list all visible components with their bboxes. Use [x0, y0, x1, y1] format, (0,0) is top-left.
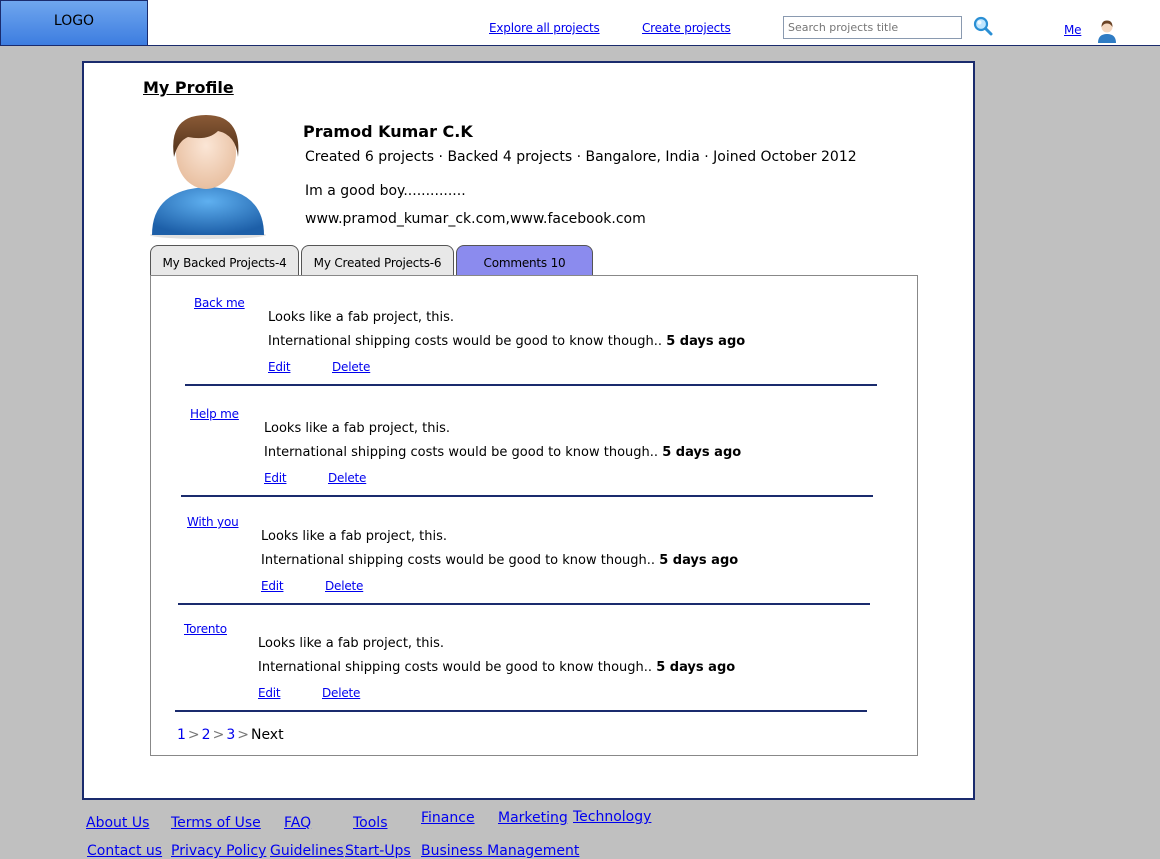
- profile-name: Pramod Kumar C.K: [303, 122, 473, 141]
- comment-item: Help me Looks like a fab project, this. …: [190, 407, 890, 517]
- comment-project-link[interactable]: Back me: [194, 296, 245, 310]
- delete-link[interactable]: Delete: [328, 471, 366, 485]
- profile-stats: Created 6 projects · Backed 4 projects ·…: [305, 149, 857, 165]
- edit-link[interactable]: Edit: [261, 579, 284, 593]
- tab-comments[interactable]: Comments 10: [456, 245, 593, 279]
- edit-link[interactable]: Edit: [264, 471, 287, 485]
- comment-time: 5 days ago: [662, 445, 742, 460]
- comment-time: 5 days ago: [666, 334, 746, 349]
- tab-created-projects[interactable]: My Created Projects-6: [301, 245, 454, 279]
- next-page-link[interactable]: Next: [251, 727, 284, 743]
- comment-divider: [185, 384, 877, 386]
- profile-avatar: [150, 115, 266, 239]
- comment-text-2: International shipping costs would be go…: [261, 553, 739, 568]
- footer-contact-link[interactable]: Contact us: [87, 843, 162, 859]
- page-separator: >: [187, 727, 200, 743]
- edit-link[interactable]: Edit: [258, 686, 281, 700]
- delete-link[interactable]: Delete: [325, 579, 363, 593]
- comment-text: Looks like a fab project, this.: [264, 421, 451, 436]
- profile-panel: My Profile Pramod Kumar C.K Created 6 pr…: [82, 61, 975, 800]
- footer-tools-link[interactable]: Tools: [353, 815, 388, 831]
- comment-text: Looks like a fab project, this.: [268, 310, 455, 325]
- create-projects-link[interactable]: Create projects: [642, 21, 731, 35]
- page-separator: >: [237, 727, 249, 743]
- comment-text-2: International shipping costs would be go…: [264, 445, 742, 460]
- footer-faq-link[interactable]: FAQ: [284, 815, 311, 831]
- profile-links: www.pramod_kumar_ck.com,www.facebook.com: [305, 211, 646, 227]
- page-separator: >: [212, 727, 225, 743]
- comment-text-2: International shipping costs would be go…: [258, 660, 736, 675]
- tab-backed-projects[interactable]: My Backed Projects-4: [150, 245, 299, 279]
- footer-finance-link[interactable]: Finance: [421, 810, 475, 826]
- page-link-1[interactable]: 1: [177, 727, 186, 743]
- delete-link[interactable]: Delete: [332, 360, 370, 374]
- top-header: LOGO Explore all projects Create project…: [0, 0, 1160, 46]
- comment-divider: [178, 603, 870, 605]
- comment-divider: [181, 495, 873, 497]
- footer-startups-link[interactable]: Start-Ups: [345, 843, 411, 859]
- user-avatar-icon[interactable]: [1096, 19, 1118, 43]
- comment-text: Looks like a fab project, this.: [261, 529, 448, 544]
- footer-technology-link[interactable]: Technology: [573, 809, 651, 825]
- comment-time: 5 days ago: [659, 553, 739, 568]
- edit-link[interactable]: Edit: [268, 360, 291, 374]
- page-link-3[interactable]: 3: [226, 727, 235, 743]
- profile-bio: Im a good boy..............: [305, 183, 466, 199]
- comment-item: With you Looks like a fab project, this.…: [187, 515, 887, 625]
- footer-marketing-link[interactable]: Marketing: [498, 810, 568, 826]
- comment-text: Looks like a fab project, this.: [258, 636, 445, 651]
- footer-business-link[interactable]: Business Management: [421, 843, 579, 859]
- comment-time: 5 days ago: [656, 660, 736, 675]
- delete-link[interactable]: Delete: [322, 686, 360, 700]
- comment-divider: [175, 710, 867, 712]
- explore-projects-link[interactable]: Explore all projects: [489, 21, 600, 35]
- comment-text-2: International shipping costs would be go…: [268, 334, 746, 349]
- search-input[interactable]: [783, 16, 962, 39]
- comment-item: Torento Looks like a fab project, this. …: [184, 622, 884, 732]
- footer-privacy-link[interactable]: Privacy Policy: [171, 843, 266, 859]
- comments-panel: Back me Looks like a fab project, this. …: [150, 275, 918, 756]
- footer-about-link[interactable]: About Us: [86, 815, 149, 831]
- page-link-2[interactable]: 2: [202, 727, 211, 743]
- comment-project-link[interactable]: Help me: [190, 407, 239, 421]
- page-title: My Profile: [143, 78, 234, 97]
- logo[interactable]: LOGO: [0, 0, 148, 46]
- footer-terms-link[interactable]: Terms of Use: [171, 815, 261, 831]
- comment-project-link[interactable]: Torento: [184, 622, 227, 636]
- pagination: 1 >2 >3 > Next: [177, 727, 284, 743]
- comment-project-link[interactable]: With you: [187, 515, 239, 529]
- comment-item: Back me Looks like a fab project, this. …: [194, 296, 894, 406]
- footer-guidelines-link[interactable]: Guidelines: [270, 843, 344, 859]
- me-link[interactable]: Me: [1064, 23, 1082, 37]
- search-icon[interactable]: [973, 16, 993, 36]
